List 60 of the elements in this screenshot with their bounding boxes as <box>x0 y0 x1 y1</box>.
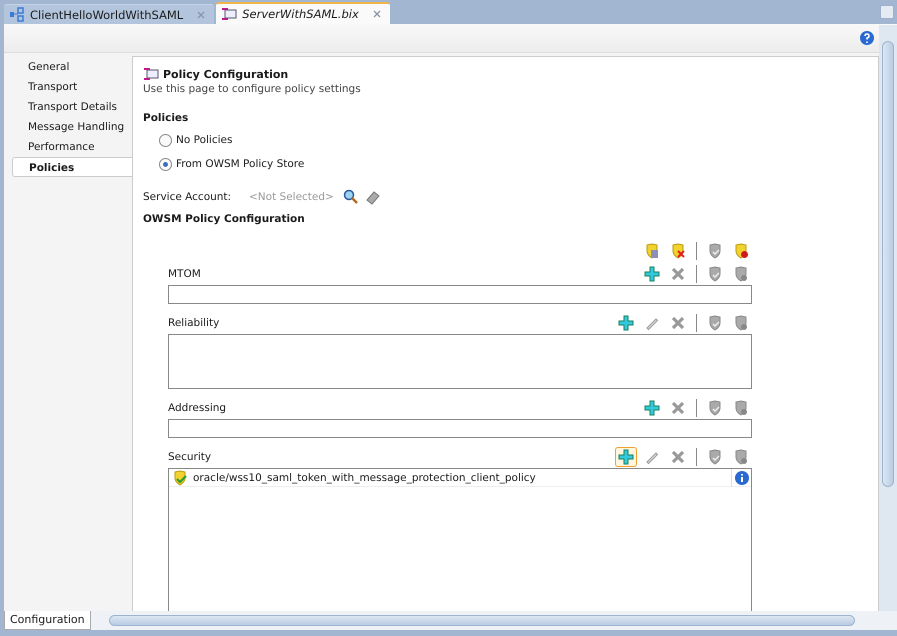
service-account-value: <Not Selected> <box>249 191 334 203</box>
shield-door-icon <box>644 243 660 259</box>
close-icon <box>670 266 686 282</box>
section-label: Reliability <box>168 317 220 329</box>
shield-check-icon <box>707 266 723 282</box>
page-subtitle: Use this page to configure policy settings <box>143 83 362 95</box>
section-heading: OWSM Policy Configuration <box>143 213 306 225</box>
dropdown-button[interactable] <box>880 5 894 19</box>
section-label: Addressing <box>168 402 226 414</box>
shield-x-icon <box>733 266 749 282</box>
help-icon <box>859 30 875 46</box>
plus-icon <box>644 400 660 416</box>
section-label: Security <box>168 451 212 463</box>
envelope-icon <box>143 66 159 82</box>
policy-list[interactable]: oracle/wss10_saml_token_with_message_protection_client_policy <box>168 468 752 611</box>
plus-icon <box>618 449 634 465</box>
nav-item[interactable]: Transport <box>12 77 132 97</box>
diagram-icon <box>9 6 25 22</box>
shield-x-icon <box>733 449 749 465</box>
shield-check-icon <box>707 400 723 416</box>
editor-tab[interactable]: ClientHelloWorldWithSAML <box>4 4 214 24</box>
add-button[interactable] <box>615 447 637 467</box>
shield-check-icon <box>707 243 723 259</box>
shield-cross-icon <box>670 243 686 259</box>
shield-x-icon <box>733 400 749 416</box>
envelope-icon <box>221 6 238 22</box>
nav-item[interactable]: Transport Details <box>12 97 132 117</box>
policy-name[interactable]: oracle/wss10_saml_token_with_message_protection_client_policy <box>193 472 726 484</box>
shield-stop-icon <box>733 243 749 259</box>
radio-button[interactable] <box>159 158 172 170</box>
nav-item[interactable]: Message Handling <box>12 117 132 137</box>
shield-x-icon <box>733 315 749 331</box>
policy-list[interactable] <box>168 419 752 438</box>
editor-tab[interactable]: ServerWithSAML.bix <box>216 2 390 24</box>
bottom-tab[interactable]: Configuration <box>4 611 91 630</box>
close-icon <box>670 400 686 416</box>
page-title: Policy Configuration <box>163 68 288 80</box>
policy-list[interactable] <box>168 285 752 304</box>
radio-option[interactable]: From OWSM Policy Store <box>159 152 868 176</box>
close-icon <box>670 449 686 465</box>
section-heading: Policies <box>143 112 190 124</box>
policy-list[interactable] <box>168 334 752 389</box>
section-label: MTOM <box>168 268 201 280</box>
plus-icon <box>644 266 660 282</box>
info-icon <box>734 470 750 486</box>
close-icon[interactable] <box>372 9 382 19</box>
close-icon <box>670 315 686 331</box>
search-icon <box>342 189 359 205</box>
eraser-icon <box>364 189 381 205</box>
nav-item[interactable]: General <box>12 57 132 77</box>
nav-item[interactable]: Policies <box>12 157 133 177</box>
nav-item[interactable]: Performance <box>12 137 132 157</box>
shield-check-icon <box>172 470 188 486</box>
radio-button[interactable] <box>159 134 172 146</box>
radio-option[interactable]: No Policies <box>159 128 868 152</box>
shield-check-icon <box>707 315 723 331</box>
vertical-scrollbar[interactable] <box>879 25 897 611</box>
field-label: Service Account: <box>143 191 232 203</box>
shield-check-icon <box>707 449 723 465</box>
plus-icon <box>618 315 634 331</box>
